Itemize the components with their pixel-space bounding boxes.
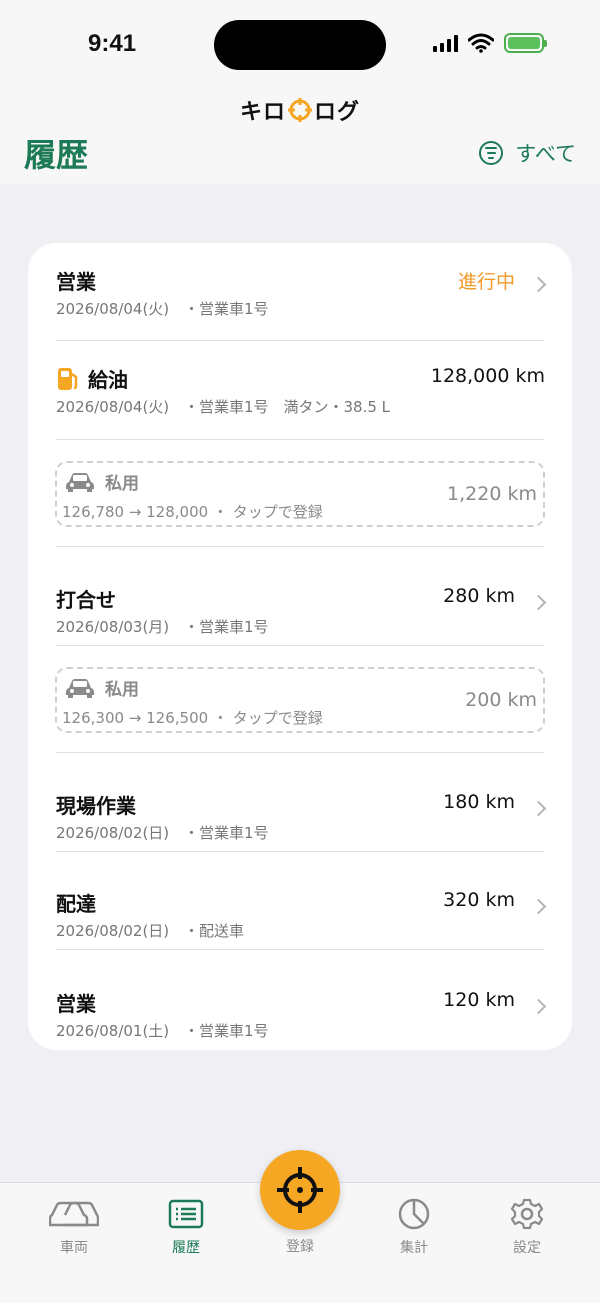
history-title: 現場作業 [56,794,136,818]
history-title: 私用 [105,680,139,700]
status-bar: 9:41 [0,0,600,90]
dynamic-island [214,20,386,70]
odometer-value: 128,000 km [430,365,545,387]
distance-value: 1,220 km [447,483,537,505]
history-detail: ・営業車1号 [183,824,269,842]
distance-value: 320 km [443,889,515,911]
page-title: 履歴 [24,136,89,174]
distance-value: 280 km [443,585,515,607]
gear-icon [510,1198,544,1230]
filter-button[interactable]: すべて [479,138,576,168]
history-title: 打合せ [56,588,116,612]
tab-summary[interactable]: 集計 [364,1197,464,1257]
history-detail: ・営業車1号 [183,300,269,318]
header: キロ ログ 履歴 すべて [0,90,600,184]
target-icon [288,98,312,122]
target-icon [277,1167,323,1213]
history-row[interactable]: 営業 2026/08/04(火) ・営業車1号 進行中 [28,243,572,341]
chevron-right-icon [530,276,547,293]
distance-value: 200 km [465,689,537,711]
fuel-pump-icon [58,367,78,390]
private-use-entry[interactable]: 私用 126,780 → 128,000 ・ タップで登録 1,220 km [55,461,545,527]
odometer-range: 126,780 → 128,000 ・ タップで登録 [62,503,323,521]
list-icon [168,1199,204,1229]
divider [56,949,544,950]
history-list: 営業 2026/08/04(火) ・営業車1号 進行中 給油 2026/08/0… [28,243,572,1050]
tab-label: 履歴 [172,1240,200,1256]
battery-icon [504,33,547,53]
cellular-signal-icon [433,34,458,52]
history-title: 配達 [56,892,96,916]
history-date: 2026/08/04(火) [56,300,170,318]
tab-history[interactable]: 履歴 [136,1197,236,1257]
history-date: 2026/08/01(土) [56,1022,170,1040]
history-date: 2026/08/02(日) [56,824,170,842]
history-date: 2026/08/04(火) [56,398,170,416]
app-logo: キロ ログ [0,94,600,126]
chevron-right-icon [530,594,547,611]
tab-label: 設定 [513,1240,541,1256]
cars-icon [49,1201,99,1227]
car-icon [66,678,94,698]
app-name-left: キロ [239,100,286,125]
odometer-range: 126,300 → 126,500 ・ タップで登録 [62,709,323,727]
status-icons [433,33,547,53]
fuel-row[interactable]: 給油 2026/08/04(火) ・営業車1号 満タン・38.5 L 128,0… [28,341,572,439]
status-badge: 進行中 [457,271,515,293]
history-detail: ・配送車 [183,922,244,940]
distance-value: 180 km [443,791,515,813]
register-button[interactable] [260,1150,340,1230]
filter-label: すべて [515,142,576,166]
chevron-right-icon [530,998,547,1015]
tab-settings[interactable]: 設定 [477,1197,577,1257]
wifi-icon [468,33,494,53]
chevron-right-icon [530,898,547,915]
history-title: 給油 [88,368,128,392]
chevron-right-icon [530,800,547,817]
history-title: 営業 [56,992,96,1016]
history-title: 私用 [105,474,139,494]
app-name-right: ログ [314,100,361,125]
history-date: 2026/08/03(月) [56,618,170,636]
tab-vehicles[interactable]: 車両 [24,1197,124,1257]
divider [56,752,544,753]
tab-label: 車両 [60,1240,88,1256]
register-label: 登録 [286,1239,314,1255]
history-detail: ・営業車1号 [183,618,269,636]
divider [56,439,544,440]
pie-chart-icon [398,1198,430,1230]
divider [56,546,544,547]
history-date: 2026/08/02(日) [56,922,170,940]
status-time: 9:41 [88,30,137,57]
distance-value: 120 km [443,989,515,1011]
history-detail: ・営業車1号 満タン・38.5 L [183,398,391,416]
history-row[interactable]: 営業 2026/08/01(土) ・営業車1号 120 km [28,965,572,1050]
tab-label: 集計 [400,1240,428,1256]
private-use-entry[interactable]: 私用 126,300 → 126,500 ・ タップで登録 200 km [55,667,545,733]
divider [56,645,544,646]
history-title: 営業 [56,270,96,294]
car-icon [66,472,94,492]
filter-icon [479,141,504,165]
divider [56,851,544,852]
history-detail: ・営業車1号 [183,1022,269,1040]
